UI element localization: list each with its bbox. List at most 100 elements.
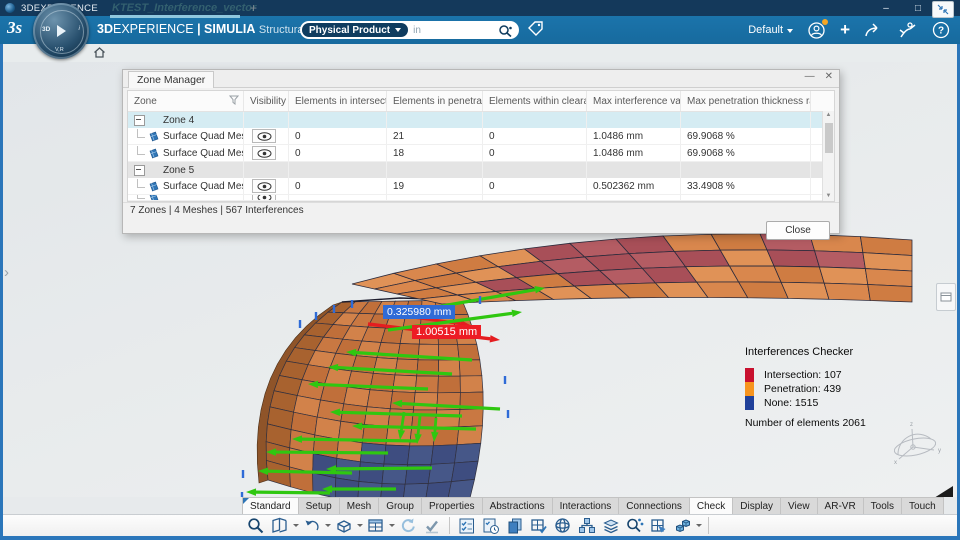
table-cell: Surface Quad Mesh.2	[128, 128, 244, 144]
tab-interactions[interactable]: Interactions	[552, 497, 620, 515]
model-structure-icon[interactable]	[575, 516, 599, 536]
home-icon[interactable]	[93, 46, 106, 59]
table-cell	[387, 162, 483, 178]
layers-icon[interactable]	[599, 516, 623, 536]
zone-manager-titlebar[interactable]: Zone Manager — ✕	[123, 70, 839, 88]
visibility-eye-toggle[interactable]	[252, 129, 276, 143]
refresh-icon[interactable]	[396, 516, 420, 536]
solid-part-dropdown-caret[interactable]	[356, 516, 364, 536]
tab-check[interactable]: Check	[689, 497, 734, 515]
maximize-window-button[interactable]: □	[904, 0, 932, 16]
catalog-browser-dropdown-caret[interactable]	[292, 516, 300, 536]
visibility-eye-toggle[interactable]	[252, 146, 276, 160]
close-button[interactable]: Close	[766, 220, 830, 240]
validate-check-icon[interactable]	[420, 516, 444, 536]
zoom-area-icon[interactable]	[244, 516, 268, 536]
scroll-down-icon[interactable]: ▼	[823, 192, 834, 201]
tab-connections[interactable]: Connections	[619, 497, 690, 515]
tag-icon[interactable]	[526, 20, 545, 39]
table-cell	[128, 195, 244, 200]
table-cell: 0	[483, 128, 587, 144]
cubes-dropdown-caret[interactable]	[695, 516, 703, 536]
zone-manager-panel: Zone Manager — ✕ Zone Visibility Elements …	[122, 69, 840, 240]
undo-icon[interactable]	[300, 516, 324, 536]
duplicate-sheets-icon[interactable]	[503, 516, 527, 536]
3dexperience-compass[interactable]: 3D V,R i	[33, 3, 89, 59]
data-table-icon[interactable]	[364, 516, 388, 536]
collapse-fullscreen-button[interactable]	[932, 1, 954, 18]
scrollbar-thumb[interactable]	[824, 123, 833, 153]
zone-row[interactable]: Zone 4	[128, 112, 834, 128]
mesh-sphere-icon[interactable]	[551, 516, 575, 536]
table-cell: Surface Quad Mesh.2	[128, 178, 244, 194]
table-cell	[483, 195, 587, 200]
edit-mesh-icon[interactable]	[647, 516, 671, 536]
side-panel-button[interactable]	[936, 283, 956, 311]
tab-setup[interactable]: Setup	[298, 497, 340, 515]
cubes-icon[interactable]	[671, 516, 695, 536]
column-header: Elements in intersection	[289, 91, 387, 111]
legend-item-label: None: 1515	[764, 397, 819, 409]
filter-icon[interactable]	[228, 95, 240, 108]
table-cell: 0	[289, 178, 387, 194]
expand-panel-chevron[interactable]: ›	[4, 264, 9, 281]
user-avatar-icon[interactable]	[807, 18, 829, 40]
table-cell	[244, 195, 289, 200]
table-cell	[483, 162, 587, 178]
catalog-browser-icon[interactable]	[268, 516, 292, 536]
tab-mesh[interactable]: Mesh	[339, 497, 380, 515]
mesh-row[interactable]: Surface Quad Mesh.202101.0486 mm69.9068 …	[128, 128, 834, 145]
tab-abstractions[interactable]: Abstractions	[482, 497, 553, 515]
tab-view[interactable]: View	[781, 497, 818, 515]
zone-manager-title: Zone Manager	[128, 71, 215, 88]
global-search[interactable]: Physical Product in	[300, 21, 519, 39]
tab-tools[interactable]: Tools	[863, 497, 903, 515]
visibility-eye-toggle[interactable]	[252, 179, 276, 193]
table-cell: 18	[387, 145, 483, 161]
collaboration-people-icon[interactable]	[898, 21, 918, 39]
measure-label-blue[interactable]: 0.325980 mm	[383, 305, 456, 319]
mesh-row[interactable]: Surface Quad Mesh.101801.0486 mm69.9068 …	[128, 145, 834, 162]
chevron-down-icon	[395, 28, 402, 32]
panel-close-icon[interactable]: ✕	[825, 71, 833, 82]
panel-minimize-icon[interactable]: —	[805, 71, 815, 82]
search-icon[interactable]	[498, 24, 513, 37]
tree-expander[interactable]	[134, 114, 145, 126]
table-cell	[681, 195, 811, 200]
table-cell	[244, 145, 289, 161]
tab-flag	[243, 498, 249, 504]
mesh-row[interactable]: Surface Quad Mesh.201900.502362 mm33.490…	[128, 178, 834, 195]
tab-properties[interactable]: Properties	[421, 497, 483, 515]
minimize-window-button[interactable]: –	[872, 0, 900, 16]
scroll-up-icon[interactable]: ▲	[823, 111, 834, 120]
table-scrollbar[interactable]: ▲ ▼	[822, 111, 834, 201]
inspect-zones-icon[interactable]	[623, 516, 647, 536]
grid-check-icon[interactable]	[527, 516, 551, 536]
mesh-row-clipped[interactable]	[128, 195, 834, 201]
search-input[interactable]: in	[408, 25, 498, 36]
tab-touch[interactable]: Touch	[902, 497, 944, 515]
data-table-dropdown-caret[interactable]	[388, 516, 396, 536]
undo-dropdown-caret[interactable]	[324, 516, 332, 536]
table-cell: 1.0486 mm	[587, 145, 681, 161]
measure-label-red[interactable]: 1.00515 mm	[412, 325, 482, 339]
tab-display[interactable]: Display	[733, 497, 782, 515]
table-cell	[587, 162, 681, 178]
svg-text:?: ?	[938, 26, 944, 37]
search-scope-dropdown[interactable]: Physical Product	[302, 23, 409, 37]
profile-dropdown[interactable]: Default	[748, 24, 794, 36]
tab-standard[interactable]: Standard	[242, 497, 299, 515]
tree-expander[interactable]	[134, 164, 145, 176]
tab-ar-vr[interactable]: AR-VR	[817, 497, 864, 515]
new-tab-button[interactable]: +	[250, 1, 257, 15]
zone-row[interactable]: Zone 5	[128, 162, 834, 178]
help-icon[interactable]: ?	[932, 21, 950, 39]
share-icon[interactable]	[864, 22, 884, 38]
notification-badge	[822, 18, 829, 25]
add-content-icon[interactable]: +	[840, 20, 850, 40]
tab-group[interactable]: Group	[379, 497, 422, 515]
scheduled-checks-icon[interactable]	[479, 516, 503, 536]
solid-part-icon[interactable]	[332, 516, 356, 536]
check-list-icon[interactable]	[455, 516, 479, 536]
document-tab[interactable]: KTEST_Interference_vector	[112, 2, 256, 14]
